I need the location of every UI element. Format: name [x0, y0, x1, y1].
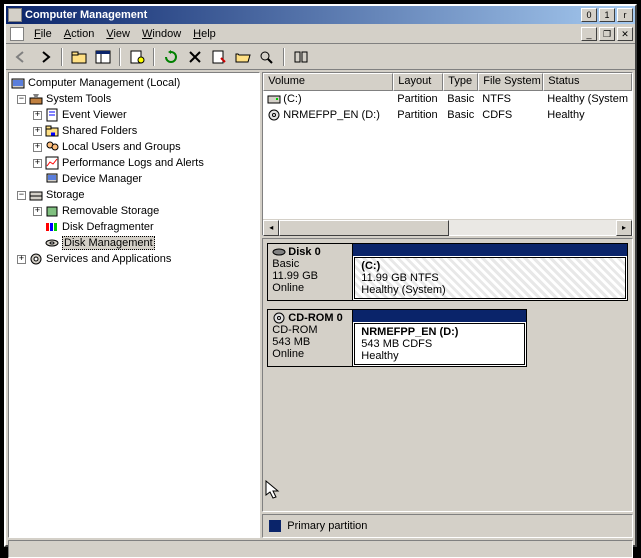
main-window: Computer Management 0 1 r File Action Vi… — [4, 4, 637, 547]
partition[interactable]: NRMEFPP_EN (D:) 543 MB CDFS Healthy — [353, 310, 526, 366]
expand-icon[interactable]: + — [33, 159, 42, 168]
forward-button[interactable] — [34, 46, 56, 68]
tree-removable[interactable]: +Removable Storage — [11, 203, 257, 219]
tree-defrag[interactable]: Disk Defragmenter — [11, 219, 257, 235]
mdi-close-button[interactable]: ✕ — [617, 27, 633, 41]
col-layout[interactable]: Layout — [393, 73, 443, 91]
folder-open-button[interactable] — [232, 46, 254, 68]
col-status[interactable]: Status — [543, 73, 632, 91]
disk-info: CD-ROM 0 CD-ROM 543 MB Online — [268, 310, 353, 366]
collapse-icon[interactable]: − — [17, 191, 26, 200]
tree-local-users[interactable]: +Local Users and Groups — [11, 139, 257, 155]
disk-graphical-view[interactable]: Disk 0 Basic 11.99 GB Online (C:) 11.99 … — [262, 238, 633, 512]
legend-label: Primary partition — [287, 520, 367, 532]
toolbar — [6, 44, 635, 70]
partition[interactable]: (C:) 11.99 GB NTFS Healthy (System) — [353, 244, 627, 300]
menu-help[interactable]: Help — [187, 26, 222, 42]
window-title: Computer Management — [25, 9, 579, 21]
expand-icon[interactable]: + — [33, 127, 42, 136]
menu-file[interactable]: File — [28, 26, 58, 42]
partition-header — [353, 310, 526, 322]
menu-view[interactable]: View — [100, 26, 136, 42]
expand-icon[interactable]: + — [33, 143, 42, 152]
scroll-left-button[interactable]: ◂ — [263, 220, 279, 236]
titlebar: Computer Management 0 1 r — [6, 6, 635, 24]
statusbar — [8, 540, 633, 558]
delete-button[interactable] — [184, 46, 206, 68]
menu-action[interactable]: Action — [58, 26, 101, 42]
close-button[interactable]: r — [617, 8, 633, 22]
collapse-icon[interactable]: − — [17, 95, 26, 104]
tree-perf-logs[interactable]: +Performance Logs and Alerts — [11, 155, 257, 171]
tree-storage[interactable]: −Storage — [11, 187, 257, 203]
legend: Primary partition — [262, 514, 633, 538]
scroll-thumb[interactable] — [279, 220, 449, 236]
menu-window[interactable]: Window — [136, 26, 187, 42]
list-row[interactable]: NRMEFPP_EN (D:) Partition Basic CDFS Hea… — [263, 107, 632, 123]
list-header: Volume Layout Type File System Status — [263, 73, 632, 91]
menubar: File Action View Window Help _ ❐ ✕ — [6, 24, 635, 44]
col-type[interactable]: Type — [443, 73, 478, 91]
mdi-restore-button[interactable]: ❐ — [599, 27, 615, 41]
expand-icon[interactable]: + — [17, 255, 26, 264]
disk-info: Disk 0 Basic 11.99 GB Online — [268, 244, 353, 300]
refresh-button[interactable] — [160, 46, 182, 68]
mdi-minimize-button[interactable]: _ — [581, 27, 597, 41]
settings-button[interactable] — [290, 46, 312, 68]
cd-icon — [272, 312, 286, 324]
col-fs[interactable]: File System — [478, 73, 543, 91]
tree-device-mgr[interactable]: Device Manager — [11, 171, 257, 187]
volume-list[interactable]: Volume Layout Type File System Status (C… — [262, 72, 633, 236]
doc-icon — [10, 27, 24, 41]
drive-icon — [267, 93, 281, 105]
scroll-right-button[interactable]: ▸ — [616, 220, 632, 236]
up-button[interactable] — [68, 46, 90, 68]
cd-icon — [267, 109, 281, 121]
legend-color-primary — [269, 520, 281, 532]
expand-icon[interactable]: + — [33, 207, 42, 216]
tree-root[interactable]: Computer Management (Local) — [11, 75, 257, 91]
disk-icon — [272, 246, 286, 258]
tree-services[interactable]: +Services and Applications — [11, 251, 257, 267]
maximize-button[interactable]: 1 — [599, 8, 615, 22]
app-icon — [8, 8, 22, 22]
disk-row[interactable]: Disk 0 Basic 11.99 GB Online (C:) 11.99 … — [267, 243, 628, 301]
tree-view[interactable]: Computer Management (Local) −System Tool… — [8, 72, 260, 538]
search-button[interactable] — [256, 46, 278, 68]
expand-icon[interactable]: + — [33, 111, 42, 120]
tree-system-tools[interactable]: −System Tools — [11, 91, 257, 107]
properties-button[interactable] — [126, 46, 148, 68]
back-button[interactable] — [10, 46, 32, 68]
tree-diskmgmt[interactable]: Disk Management — [11, 235, 257, 251]
list-row[interactable]: (C:) Partition Basic NTFS Healthy (Syste… — [263, 91, 632, 107]
disk-row[interactable]: CD-ROM 0 CD-ROM 543 MB Online NRMEFPP_EN… — [267, 309, 527, 367]
tree-event-viewer[interactable]: +Event Viewer — [11, 107, 257, 123]
minimize-button[interactable]: 0 — [581, 8, 597, 22]
view-tree-button[interactable] — [92, 46, 114, 68]
partition-header — [353, 244, 627, 256]
h-scrollbar[interactable]: ◂ ▸ — [263, 219, 632, 235]
col-volume[interactable]: Volume — [263, 73, 393, 91]
props2-button[interactable] — [208, 46, 230, 68]
tree-shared-folders[interactable]: +Shared Folders — [11, 123, 257, 139]
